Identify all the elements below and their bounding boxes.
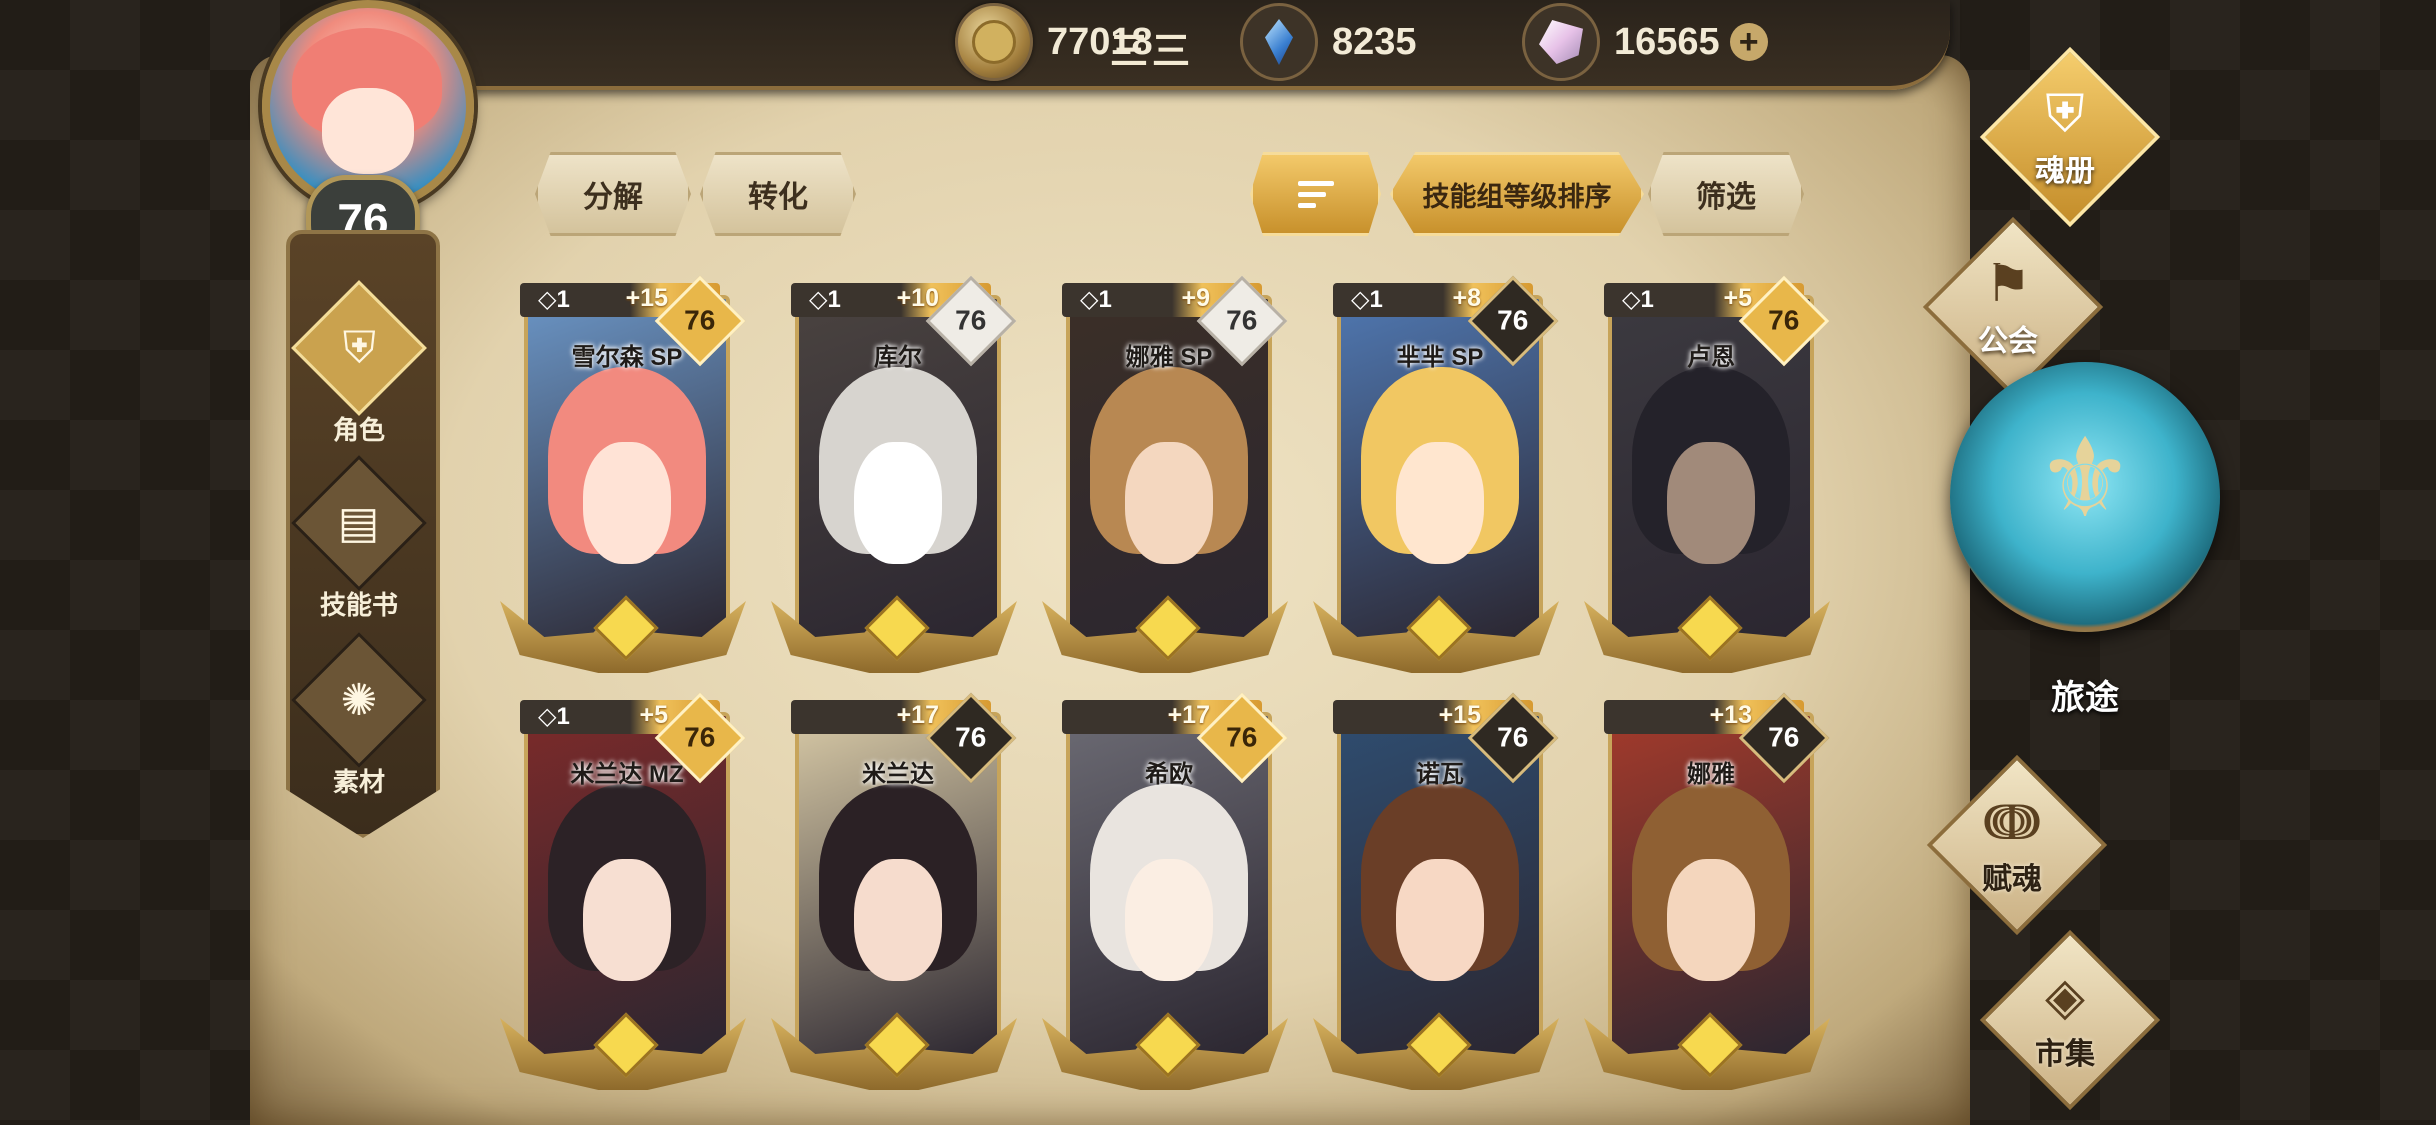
- character-card[interactable]: 诺瓦 +15 76: [1313, 692, 1559, 1090]
- enhance-level: +5: [1723, 284, 1752, 312]
- enhance-level: +15: [1438, 701, 1481, 729]
- star-rank: ◇1: [1622, 286, 1654, 313]
- enhance-level: +5: [639, 701, 668, 729]
- character-level: 76: [1768, 722, 1800, 753]
- character-level: 76: [955, 722, 987, 753]
- character-level: 76: [1497, 722, 1529, 753]
- character-level: 76: [684, 722, 716, 753]
- enhance-level: +8: [1452, 284, 1481, 312]
- character-level: 76: [1497, 305, 1529, 336]
- journey-button[interactable]: ⚜ 旅途: [1950, 362, 2220, 742]
- enhance-level: +13: [1709, 701, 1752, 729]
- character-card[interactable]: 卢恩 ◇1 +5 76: [1584, 275, 1830, 673]
- right-menu-item-market[interactable]: ◈ 市集: [1965, 929, 2165, 1111]
- character-card[interactable]: 库尔 ◇1 +10 76: [771, 275, 1017, 673]
- helmet-icon: ⛨: [2045, 85, 2085, 143]
- character-level: 76: [1226, 722, 1258, 753]
- add-currency-button[interactable]: +: [1729, 23, 1768, 61]
- right-menu-item-soul-book[interactable]: ⛨ 魂册: [1965, 46, 2165, 228]
- right-menu-item-guild[interactable]: ⚑ 公会: [1908, 216, 2108, 398]
- sort-by-skill-level-button[interactable]: 技能组等级排序: [1390, 152, 1644, 236]
- skill-book-icon: ▤: [291, 455, 427, 591]
- right-menu-label: 市集: [2035, 1038, 2095, 1071]
- guild-banner-icon: ⚑: [1984, 255, 2032, 313]
- beast-head-icon: ✺: [291, 632, 427, 768]
- character-level: 76: [684, 305, 716, 336]
- character-level: 76: [1768, 305, 1800, 336]
- right-menu-label: 魂册: [2035, 155, 2095, 188]
- currency-gold[interactable]: 77018: [955, 3, 1153, 81]
- character-card[interactable]: 雪尔森 SP ◇1 +15 76: [500, 275, 746, 673]
- star-rank: ◇1: [1080, 286, 1112, 313]
- decompose-button[interactable]: 分解: [535, 152, 691, 236]
- character-card[interactable]: 芈芈 SP ◇1 +8 76: [1313, 275, 1559, 673]
- enhance-level: +10: [896, 284, 939, 312]
- enhance-level: +9: [1181, 284, 1210, 312]
- filter-button[interactable]: 筛选: [1648, 152, 1804, 236]
- convert-button[interactable]: 转化: [700, 152, 856, 236]
- character-card[interactable]: 米兰达 MZ ◇1 +5 76: [500, 692, 746, 1090]
- helmet-icon: ⛨: [291, 280, 427, 416]
- character-card[interactable]: 希欧 +17 76: [1042, 692, 1288, 1090]
- currency-pink-crystal-value: 16565: [1614, 20, 1720, 63]
- journey-label: 旅途: [2051, 679, 2119, 717]
- gold-coin-icon: [955, 3, 1033, 81]
- right-menu-item-endow-soul[interactable]: ↈ 赋魂: [1912, 754, 2112, 936]
- character-card[interactable]: 米兰达 +17 76: [771, 692, 1017, 1090]
- right-menu-label: 赋魂: [1982, 863, 2042, 896]
- left-menu-item-character[interactable]: ⛨ 角色: [286, 280, 432, 447]
- left-menu-item-skill-book[interactable]: ▤ 技能书: [286, 455, 432, 622]
- right-menu-label: 公会: [1978, 325, 2038, 358]
- enhance-level: +17: [1167, 701, 1210, 729]
- star-rank: ◇1: [809, 286, 841, 313]
- soul-flame-icon: ↈ: [1983, 793, 2041, 851]
- top-bar: 三三 77018 8235 16565 +: [420, 0, 1950, 90]
- character-level: 76: [1226, 305, 1258, 336]
- character-card[interactable]: 娜雅 +13 76: [1584, 692, 1830, 1090]
- trident-emblem-icon: ⚜: [2035, 417, 2135, 540]
- currency-pink-crystal[interactable]: 16565 +: [1522, 3, 1768, 81]
- currency-blue-crystal-value: 8235: [1332, 20, 1417, 63]
- blue-crystal-icon: [1240, 3, 1318, 81]
- character-level: 76: [955, 305, 987, 336]
- left-menu-item-materials[interactable]: ✺ 素材: [286, 632, 432, 799]
- currency-gold-value: 77018: [1047, 20, 1153, 63]
- enhance-level: +15: [625, 284, 668, 312]
- gem-icon: ◈: [2045, 968, 2085, 1026]
- sort-order-button[interactable]: [1250, 152, 1381, 236]
- sort-icon: [1297, 180, 1334, 208]
- star-rank: ◇1: [1351, 286, 1383, 313]
- currency-blue-crystal[interactable]: 8235: [1240, 3, 1417, 81]
- pink-crystal-icon: [1522, 3, 1600, 81]
- enhance-level: +17: [896, 701, 939, 729]
- star-rank: ◇1: [538, 286, 570, 313]
- character-card[interactable]: 娜雅 SP ◇1 +9 76: [1042, 275, 1288, 673]
- star-rank: ◇1: [538, 703, 570, 730]
